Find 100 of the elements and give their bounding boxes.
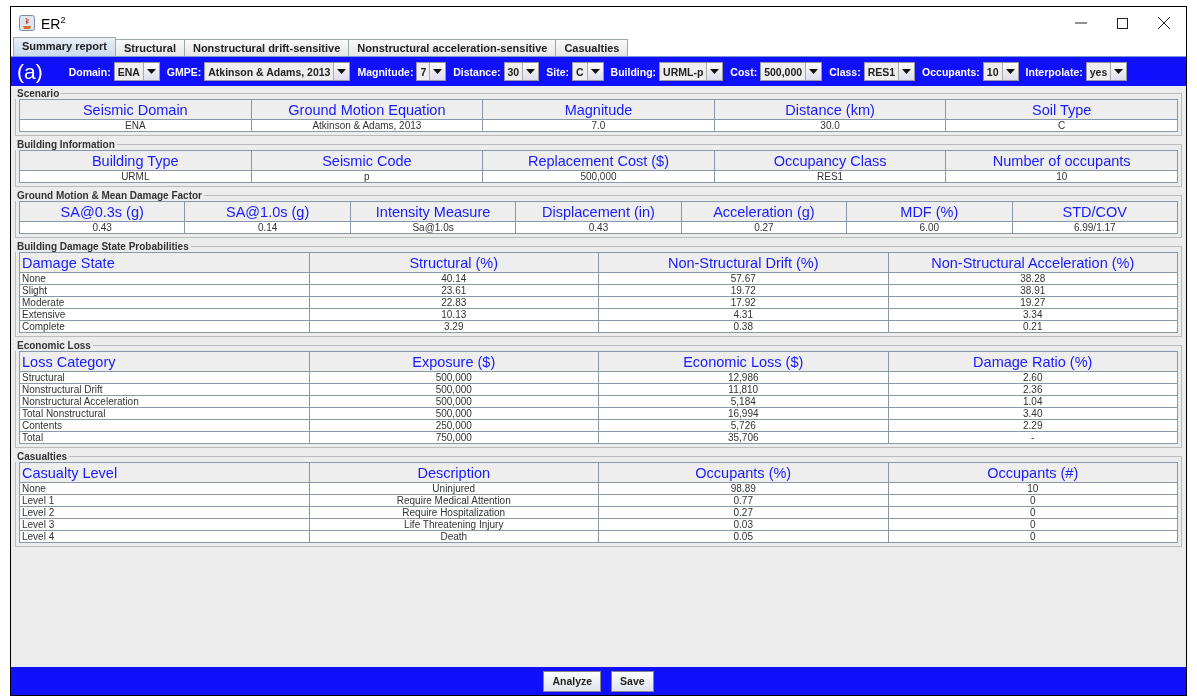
tab[interactable]: Nonstructural drift-sensitive: [183, 39, 350, 56]
table-cell: Atkinson & Adams, 2013: [251, 119, 483, 132]
table-cell: Death: [309, 530, 599, 543]
table-cell: 0: [888, 506, 1178, 519]
table-cell: Total Nonstructural: [19, 407, 309, 420]
table-cell: Level 4: [19, 530, 309, 543]
section-title: Building Information: [16, 139, 116, 150]
table-cell: 0.38: [598, 320, 888, 333]
section-title: Scenario: [16, 88, 61, 99]
dropdown[interactable]: 30: [503, 62, 540, 81]
table-cell: 4.31: [598, 308, 888, 321]
table-cell: p: [251, 170, 483, 183]
table-cell: 57.67: [598, 272, 888, 285]
caret-icon: [902, 69, 912, 74]
section-title: Ground Motion & Mean Damage Factor: [16, 190, 203, 201]
column-header: Casualty Level: [19, 462, 309, 483]
table-cell: 40.14: [309, 272, 599, 285]
table-cell: 750,000: [309, 431, 599, 444]
dropdown[interactable]: C: [572, 62, 604, 81]
column-header: SA@0.3s (g): [19, 201, 185, 222]
dropdown[interactable]: 7: [416, 62, 447, 81]
column-header: MDF (%): [846, 201, 1013, 222]
column-header: STD/COV: [1012, 201, 1178, 222]
table-cell: 38.91: [888, 284, 1178, 297]
table-cell: 0.43: [515, 221, 682, 234]
table-cell: 0.77: [598, 494, 888, 507]
dropdown[interactable]: 500,000: [760, 62, 823, 81]
caret-icon: [1114, 69, 1124, 74]
table-cell: Total: [19, 431, 309, 444]
action-button[interactable]: Save: [611, 670, 654, 692]
table-cell: 10: [888, 482, 1178, 495]
column-header: Occupants (%): [598, 462, 888, 483]
tab[interactable]: Nonstructural acceleration-sensitive: [348, 39, 557, 56]
caret-icon: [337, 69, 347, 74]
table-cell: ENA: [19, 119, 252, 132]
table-cell: None: [19, 482, 309, 495]
window-title: ER$^{2}$: [41, 14, 66, 32]
dropdown[interactable]: URML-p: [659, 62, 724, 81]
caret-icon: [146, 69, 156, 74]
table-cell: 1.04: [888, 395, 1178, 408]
caret-icon: [590, 69, 600, 74]
column-header: Intensity Measure: [350, 201, 516, 222]
column-header: Building Type: [19, 150, 252, 171]
table-cell: 5,184: [598, 395, 888, 408]
table-cell: 23.61: [309, 284, 599, 297]
tab[interactable]: Summary report: [13, 37, 116, 56]
table-cell: 0.14: [184, 221, 351, 234]
action-button[interactable]: Analyze: [543, 670, 602, 692]
column-header: Seismic Code: [251, 150, 483, 171]
maximize-icon[interactable]: [1117, 17, 1128, 29]
section-title: Economic Loss: [16, 340, 92, 351]
table-cell: Level 1: [19, 494, 309, 507]
column-header: Description: [309, 462, 599, 483]
table-cell: 11,810: [598, 383, 888, 396]
table-cell: 250,000: [309, 419, 599, 432]
caret-icon: [526, 69, 536, 74]
table-cell: Require Hospitalization: [309, 506, 599, 519]
table-cell: Sa@1.0s: [350, 221, 516, 234]
close-icon[interactable]: [1158, 17, 1170, 29]
selector-label: Building:: [610, 65, 657, 78]
table-cell: Require Medical Attention: [309, 494, 599, 507]
table-cell: URML: [19, 170, 252, 183]
dropdown[interactable]: Atkinson & Adams, 2013: [204, 62, 351, 81]
column-header: Displacement (in): [515, 201, 682, 222]
tab[interactable]: Structural: [115, 39, 185, 56]
caret-icon: [809, 69, 819, 74]
column-header: Exposure ($): [309, 351, 599, 372]
table-cell: 500,000: [309, 407, 599, 420]
table-cell: 5,726: [598, 419, 888, 432]
app-icon: [19, 15, 35, 31]
table-cell: 0.21: [888, 320, 1178, 333]
table-cell: Uninjured: [309, 482, 599, 495]
column-header: Acceleration (g): [681, 201, 847, 222]
section-title: Building Damage State Probabilities: [16, 241, 190, 252]
table-cell: -: [888, 431, 1178, 444]
table-cell: Level 2: [19, 506, 309, 519]
table-cell: Nonstructural Drift: [19, 383, 309, 396]
dropdown[interactable]: ENA: [113, 62, 160, 81]
dropdown[interactable]: 10: [982, 62, 1019, 81]
column-header: Non-Structural Acceleration (%): [888, 252, 1178, 273]
table-cell: 500,000: [482, 170, 715, 183]
table-cell: None: [19, 272, 309, 285]
table-cell: 98.89: [598, 482, 888, 495]
table-cell: 6.99/1.17: [1012, 221, 1178, 234]
table-cell: 3.40: [888, 407, 1178, 420]
dropdown[interactable]: RES1: [863, 62, 916, 81]
table-cell: 12,986: [598, 371, 888, 384]
selector-label: Magnitude:: [357, 65, 414, 78]
column-header: Ground Motion Equation: [251, 99, 483, 120]
column-header: Seismic Domain: [19, 99, 252, 120]
table-cell: 19.27: [888, 296, 1178, 309]
tab[interactable]: Casualties: [555, 39, 629, 56]
table-cell: 3.34: [888, 308, 1178, 321]
table-cell: 2.36: [888, 383, 1178, 396]
selector-label: Interpolate:: [1025, 65, 1083, 78]
selector-label: GMPE:: [166, 65, 202, 78]
table-cell: 2.60: [888, 371, 1178, 384]
dropdown[interactable]: yes: [1085, 62, 1128, 81]
table-cell: 0.05: [598, 530, 888, 543]
table-cell: 7.0: [482, 119, 715, 132]
